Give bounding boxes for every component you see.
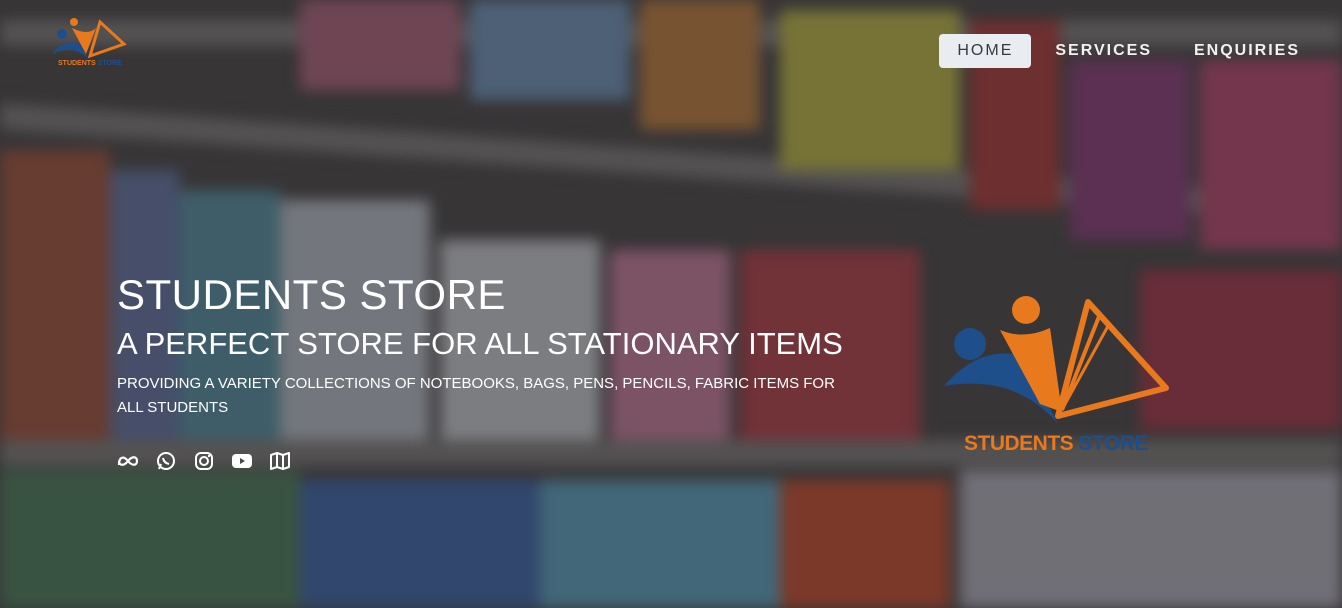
hero-title: STUDENTS STORE xyxy=(117,271,506,318)
logo-large-text-part2: STORE xyxy=(1078,432,1149,455)
logo-small-text-part2: STORE xyxy=(97,60,122,67)
social-links xyxy=(117,450,877,472)
map-icon[interactable] xyxy=(269,450,291,472)
meta-icon[interactable] xyxy=(117,450,139,472)
hero-section: STUDENTS STORE A PERFECT STORE FOR ALL S… xyxy=(117,270,877,472)
logo-small-text-part1: STUDENTS xyxy=(58,60,96,67)
logo-large-text: STUDENTS STORE xyxy=(964,432,1149,456)
nav-enquiries[interactable]: ENQUIRIES xyxy=(1176,34,1318,68)
whatsapp-icon[interactable] xyxy=(155,450,177,472)
hero-description: PROVIDING A VARIETY COLLECTIONS OF NOTEB… xyxy=(117,375,835,416)
hero-subtitle: A PERFECT STORE FOR ALL STATIONARY ITEMS xyxy=(117,326,843,361)
logo-large-text-part1: STUDENTS xyxy=(964,432,1074,455)
main-nav: HOME SERVICES ENQUIRIES xyxy=(939,34,1318,68)
logo-small-text: STUDENTS STORE xyxy=(58,60,122,67)
nav-services[interactable]: SERVICES xyxy=(1037,34,1170,68)
nav-home[interactable]: HOME xyxy=(939,34,1032,68)
instagram-icon[interactable] xyxy=(193,450,215,472)
youtube-icon[interactable] xyxy=(231,450,253,472)
